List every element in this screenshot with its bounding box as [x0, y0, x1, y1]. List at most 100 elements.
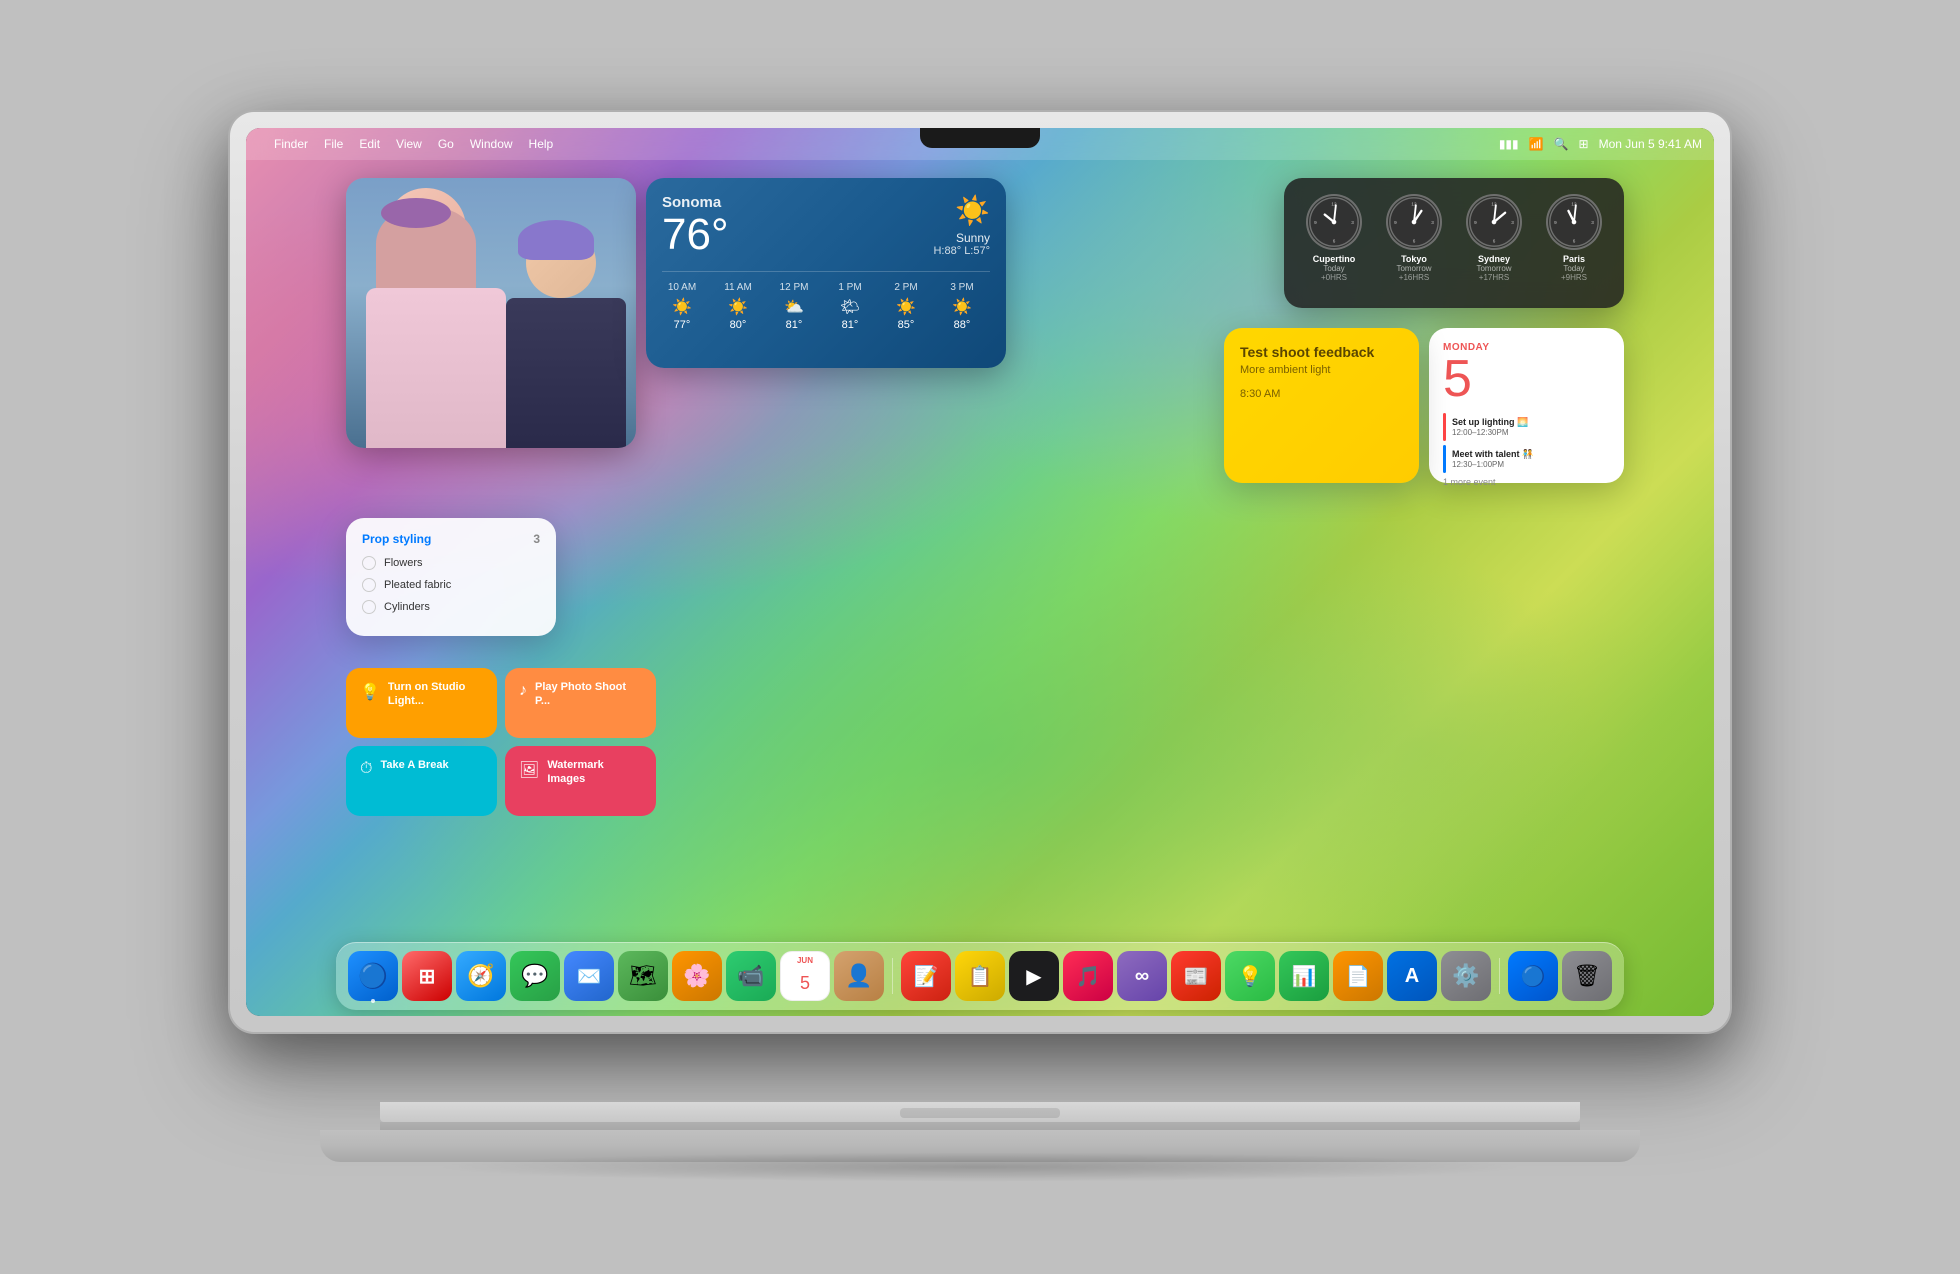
clock-face-paris: 12 3 6 9 — [1546, 194, 1602, 250]
svg-text:3: 3 — [1591, 220, 1594, 225]
svg-text:3: 3 — [1351, 220, 1354, 225]
dock-news[interactable]: 📰 — [1171, 951, 1221, 1001]
forecast-time-1: 11 AM — [718, 282, 758, 293]
dock-reminders[interactable]: 📝 — [901, 951, 951, 1001]
clock-sydney: 12 3 6 9 Sydney Tomorrow +17HRS — [1460, 194, 1528, 292]
dock-settings[interactable]: ⚙️ — [1441, 951, 1491, 1001]
forecast-temp-2: 81° — [774, 319, 814, 331]
shortcut-icon-watermark: 🖼 — [519, 760, 539, 780]
dock-launchpad[interactable]: ⊞ — [402, 951, 452, 1001]
notes-icon: 📋 — [968, 964, 993, 989]
clock-day-tokyo: Tomorrow — [1396, 264, 1431, 273]
dock-trash[interactable]: 🗑 — [1562, 951, 1612, 1001]
dock-appstore[interactable]: A — [1387, 951, 1437, 1001]
menubar-finder[interactable]: Finder — [274, 137, 308, 151]
settings-icon: ⚙️ — [1452, 963, 1479, 989]
reminders-icon: 📝 — [914, 964, 939, 989]
clock-day-paris: Today — [1563, 264, 1584, 273]
macbook-hinge — [380, 1122, 1580, 1130]
menubar-view[interactable]: View — [396, 137, 422, 151]
reminder-item-3: Cylinders — [362, 600, 540, 614]
dock-notes[interactable]: 📋 — [955, 951, 1005, 1001]
shortcut-label-watermark: Watermark Images — [547, 758, 642, 787]
shortcut-watermark[interactable]: 🖼 Watermark Images — [505, 746, 656, 816]
clock-city-paris: Paris — [1563, 254, 1585, 264]
clock-city-cupertino: Cupertino — [1313, 254, 1356, 264]
forecast-11am: 11 AM ☀️ 80° — [718, 282, 758, 331]
dock-app-blue[interactable]: 🔵 — [1508, 951, 1558, 1001]
dock-freeform[interactable]: ∞ — [1117, 951, 1167, 1001]
svg-text:3: 3 — [1511, 220, 1514, 225]
forecast-icon-4: ☀️ — [886, 297, 926, 317]
dock-messages[interactable]: 💬 — [510, 951, 560, 1001]
dock-pages[interactable]: 📄 — [1333, 951, 1383, 1001]
dock-appletv[interactable]: ▶ — [1009, 951, 1059, 1001]
dock: 🔵 ⊞ 🧭 💬 — [336, 942, 1624, 1010]
notes-widget: Test shoot feedback More ambient light 8… — [1224, 328, 1419, 483]
dock-photos[interactable]: 🌸 — [672, 951, 722, 1001]
forecast-time-3: 1 PM — [830, 282, 870, 293]
control-center-icon[interactable]: ⊞ — [1579, 137, 1589, 151]
menubar-help[interactable]: Help — [529, 137, 554, 151]
clock-tokyo: 12 3 6 9 Tokyo Tomorrow +16HRS — [1380, 194, 1448, 292]
dock-tips[interactable]: 💡 — [1225, 951, 1275, 1001]
weather-forecast: 10 AM ☀️ 77° 11 AM ☀️ 80° 12 PM ⛅ 81 — [662, 271, 990, 331]
dock-mail[interactable]: ✉️ — [564, 951, 614, 1001]
clock-city-tokyo: Tokyo — [1401, 254, 1427, 264]
reminder-text-3: Cylinders — [384, 601, 430, 613]
calendar-event-2: Meet with talent 🧑‍🤝‍🧑 12:30–1:00PM — [1443, 445, 1610, 473]
forecast-temp-3: 81° — [830, 319, 870, 331]
forecast-time-5: 3 PM — [942, 282, 982, 293]
event-title-2: Meet with talent 🧑‍🤝‍🧑 — [1452, 449, 1533, 461]
forecast-icon-1: ☀️ — [718, 297, 758, 317]
photo-scene — [346, 178, 636, 448]
shortcut-studio-light[interactable]: 💡 Turn on Studio Light... — [346, 668, 497, 738]
shortcut-play-music[interactable]: ♪ Play Photo Shoot P... — [505, 668, 656, 738]
event-dot-1 — [1443, 413, 1446, 441]
reminders-title: Prop styling — [362, 532, 431, 546]
dock-safari[interactable]: 🧭 — [456, 951, 506, 1001]
svg-text:6: 6 — [1493, 238, 1496, 243]
macbook-laptop: Finder File Edit View Go Window Help ▮▮▮… — [230, 112, 1730, 1162]
dock-numbers[interactable]: 📊 — [1279, 951, 1329, 1001]
forecast-temp-0: 77° — [662, 319, 702, 331]
menubar-edit[interactable]: Edit — [359, 137, 380, 151]
dock-facetime[interactable]: 📹 — [726, 951, 776, 1001]
shortcut-take-break[interactable]: ⏱ Take A Break — [346, 746, 497, 816]
appstore-icon: A — [1405, 965, 1419, 988]
clock-day-cupertino: Today — [1323, 264, 1344, 273]
facetime-icon: 📹 — [737, 963, 764, 989]
forecast-icon-2: ⛅ — [774, 297, 814, 317]
shortcut-icon-break: ⏱ — [360, 760, 372, 778]
menubar-go[interactable]: Go — [438, 137, 454, 151]
clock-city-sydney: Sydney — [1478, 254, 1510, 264]
forecast-icon-3: 🌤 — [830, 297, 870, 317]
clock-svg-paris: 12 3 6 9 — [1548, 196, 1600, 248]
forecast-time-0: 10 AM — [662, 282, 702, 293]
dock-maps[interactable]: 🗺 — [618, 951, 668, 1001]
dock-contacts[interactable]: 👤 — [834, 951, 884, 1001]
safari-icon: 🧭 — [467, 963, 494, 989]
menubar-window[interactable]: Window — [470, 137, 513, 151]
contacts-icon: 👤 — [845, 963, 872, 989]
shortcuts-grid: 💡 Turn on Studio Light... ♪ Play Photo S… — [346, 668, 656, 816]
dock-finder[interactable]: 🔵 — [348, 951, 398, 1001]
svg-text:9: 9 — [1474, 220, 1477, 225]
forecast-icon-5: ☀️ — [942, 297, 982, 317]
shortcut-icon-light: 💡 — [360, 682, 380, 702]
clock-cupertino: 12 3 6 9 Cupertino — [1300, 194, 1368, 292]
dock-calendar[interactable]: JUN 5 — [780, 951, 830, 1001]
menubar-file[interactable]: File — [324, 137, 343, 151]
search-icon[interactable]: 🔍 — [1554, 137, 1569, 151]
svg-text:9: 9 — [1314, 220, 1317, 225]
weather-widget: Sonoma 76° ☀️ Sunny H:88° L:57° 10 AM — [646, 178, 1006, 368]
dock-music[interactable]: 🎵 — [1063, 951, 1113, 1001]
event-details-1: Set up lighting 🌅 12:00–12:30PM — [1452, 417, 1528, 438]
reminders-count: 3 — [533, 532, 540, 546]
news-icon: 📰 — [1184, 964, 1209, 989]
notes-time: 8:30 AM — [1240, 388, 1403, 400]
app-blue-icon: 🔵 — [1521, 964, 1546, 989]
messages-icon: 💬 — [521, 963, 548, 989]
dock-cal-date: 5 — [781, 973, 829, 994]
wifi-icon[interactable]: 📶 — [1529, 137, 1544, 151]
